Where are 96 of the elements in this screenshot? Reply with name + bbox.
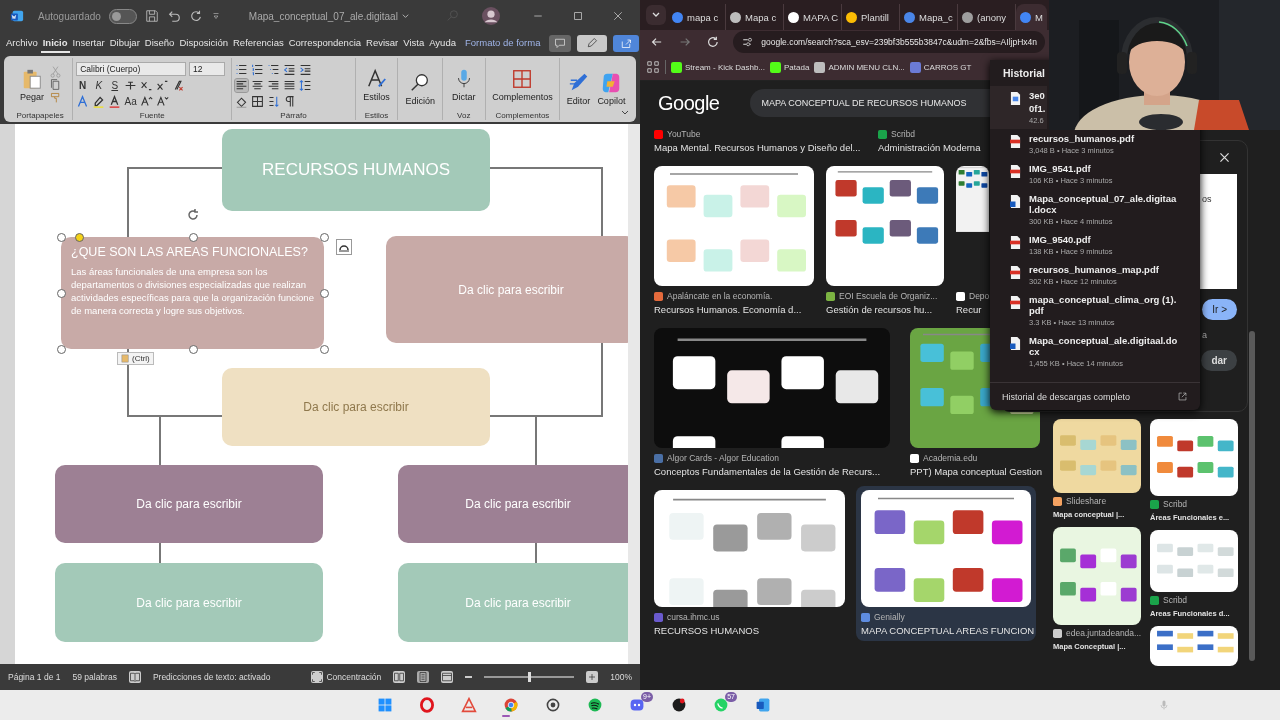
- file-name: Mapa_conceptual_ale.digitaal.docx: [1029, 335, 1179, 357]
- ribbon-tab[interactable]: Dibujar: [107, 33, 142, 53]
- source-name[interactable]: EOI Escuela de Organiz...: [839, 291, 938, 301]
- box-placeholder: Da clic para escribir: [303, 400, 409, 414]
- diagram-box[interactable]: Da clic para escribir: [55, 465, 323, 543]
- panel-title: Historial: [1002, 66, 1046, 81]
- preview-text: os: [1202, 194, 1212, 204]
- box-placeholder: Da clic para escribir: [465, 497, 571, 511]
- source-name[interactable]: Scribd: [891, 129, 916, 139]
- address-bar[interactable]: google.com/search?sca_esv=239bf3b555b3847c&udm=2&fbs=AIljpHx4n: [733, 31, 1045, 53]
- source-name[interactable]: Algor Cards - Algor Education: [667, 453, 779, 463]
- source-name[interactable]: Slideshare: [1066, 496, 1107, 506]
- word-count[interactable]: 59 palabras: [72, 672, 117, 682]
- paste-button[interactable]: Pegar: [18, 66, 47, 103]
- file-name: 3e0: [1029, 90, 1046, 101]
- search-field[interactable]: MAPA CONCEPTUAL DE RECURSOS HUMANOS: [749, 89, 990, 117]
- file-name: recursos_humanos_map.pdf: [1029, 264, 1160, 275]
- italic-button[interactable]: K: [92, 80, 106, 91]
- source-name[interactable]: Scribd: [1163, 595, 1188, 605]
- document-title[interactable]: Mapa_conceptual_07_ale.digitaal: [248, 10, 410, 22]
- go-button[interactable]: Ir >: [1202, 299, 1237, 320]
- diagram-box[interactable]: Da clic para escribir: [398, 465, 628, 543]
- browser-tab[interactable]: M: [1016, 4, 1047, 30]
- box-placeholder: Da clic para escribir: [136, 497, 242, 511]
- bookmark[interactable]: ADMIN MENU CLN...: [814, 61, 905, 73]
- bookmark[interactable]: Patada: [770, 61, 810, 73]
- ribbon-tab[interactable]: Revisar: [364, 33, 401, 53]
- ribbon-tab[interactable]: Vista: [401, 33, 427, 53]
- source-name[interactable]: YouTube: [667, 129, 701, 139]
- ribbon-tab[interactable]: Correspondencia: [286, 33, 364, 53]
- group-label: Portapapeles: [15, 111, 65, 120]
- file-name: mapa_conceptual_clima_org (1).pdf: [1029, 294, 1178, 316]
- group-label: Complementos: [494, 111, 551, 120]
- ribbon-tab[interactable]: Archivo: [4, 33, 40, 53]
- font-size-field[interactable]: 12: [188, 62, 226, 76]
- file-name: IMG_9540.pdf: [1029, 234, 1092, 245]
- styles-button[interactable]: Estilos: [361, 66, 392, 103]
- source-name[interactable]: edea.juntadeanda...: [1066, 628, 1142, 638]
- dictate-button[interactable]: Dictar: [450, 66, 478, 103]
- focus-button[interactable]: Concentración: [311, 671, 382, 683]
- full-history-link[interactable]: Historial de descargas completo: [990, 382, 1200, 410]
- result-title[interactable]: Administración Moderna: [878, 142, 981, 154]
- source-name[interactable]: cursa.ihmc.us: [667, 612, 720, 622]
- file-name: IMG_9541.pdf: [1029, 163, 1092, 174]
- ribbon-tab[interactable]: Referencias: [231, 33, 286, 53]
- box-placeholder: Da clic para escribir: [465, 595, 571, 610]
- result-title[interactable]: Mapa Mental. Recursos Humanos y Diseño del...: [654, 142, 868, 154]
- file-name: recursos_humanos.pdf: [1029, 133, 1136, 144]
- panel-text: a: [1202, 330, 1207, 340]
- font-name-field[interactable]: Calibri (Cuerpo): [76, 62, 186, 76]
- source-name[interactable]: Scribd: [1163, 499, 1188, 509]
- result-title[interactable]: Conceptos Fundamentales de la Gestión de Recurs...: [654, 466, 890, 478]
- ribbon-tab[interactable]: Formato de forma: [462, 33, 543, 53]
- group-label: Voz: [456, 111, 472, 120]
- file-name: Mapa_conceptual_07_ale.digitaal.docx: [1029, 193, 1178, 215]
- paste-options-button[interactable]: (Ctrl): [117, 352, 154, 365]
- text-predictions-status[interactable]: Predicciones de texto: activado: [152, 672, 271, 682]
- bold-button[interactable]: N: [76, 80, 90, 91]
- result-title[interactable]: Gestión de recursos hu...: [826, 304, 944, 316]
- underline-button[interactable]: S: [108, 80, 122, 91]
- ribbon-tab[interactable]: Diseño: [142, 33, 177, 53]
- box-placeholder: Da clic para escribir: [458, 282, 564, 297]
- box-title: ¿QUE SON LAS AREAS FUNCIONALES?: [71, 245, 308, 259]
- source-name[interactable]: Genially: [874, 612, 905, 622]
- ribbon-tab[interactable]: Insertar: [70, 33, 107, 53]
- bookmark[interactable]: Stream - Kick Dashb...: [671, 61, 766, 73]
- group-label: Fuente: [138, 111, 166, 120]
- result-title[interactable]: PPT) Mapa conceptual Gestion: [910, 466, 1040, 478]
- result-title[interactable]: RECURSOS HUMANOS: [654, 625, 845, 637]
- file-name: 0f1.: [1029, 103, 1046, 114]
- change-case-button[interactable]: Aa: [124, 96, 138, 107]
- ribbon-tab[interactable]: Inicio: [40, 33, 70, 53]
- google-logo[interactable]: Google: [658, 91, 720, 115]
- box-text: Las áreas funcionales de una empresa son los departamentos o divisiones especializadas que realizan actividades específicas para que la organización funcione de manera correcta y logre sus objetivos.: [71, 265, 314, 317]
- page-count[interactable]: Página 1 de 1: [8, 672, 61, 682]
- autosave-label: Autoguardado: [38, 10, 101, 22]
- copilot-button[interactable]: Copilot: [595, 71, 628, 107]
- add-ins-button[interactable]: Complementos: [490, 66, 555, 103]
- zoom-level[interactable]: 100%: [610, 672, 632, 682]
- result-title[interactable]: Recursos Humanos. Economía d...: [654, 304, 814, 316]
- bookmark[interactable]: CARROS GT: [909, 61, 972, 73]
- editing-button[interactable]: Edición: [403, 71, 437, 107]
- source-name[interactable]: Apaláncate en la economía.: [667, 291, 773, 301]
- box-placeholder: Da clic para escribir: [136, 595, 242, 610]
- source-name[interactable]: Depo: [969, 291, 990, 301]
- ribbon-tab[interactable]: Disposición: [177, 33, 230, 53]
- ribbon-tab[interactable]: Ayuda: [427, 33, 458, 53]
- panel-button[interactable]: dar: [1201, 350, 1237, 371]
- result-card[interactable]: Genially MAPA CONCEPTUAL AREAS FUNCION: [856, 486, 1036, 641]
- url-text[interactable]: google.com/search?sca_esv=239bf3b555b3847c&udm=2&fbs=AIljpHx4n: [761, 37, 1037, 47]
- group-label: Estilos: [363, 111, 390, 120]
- result-title[interactable]: Recur: [956, 304, 989, 316]
- editor-button[interactable]: Editor: [564, 71, 593, 107]
- source-name[interactable]: Academia.edu: [923, 453, 978, 463]
- group-label: Párrafo: [279, 111, 308, 120]
- box-title: RECURSOS HUMANOS: [262, 160, 450, 180]
